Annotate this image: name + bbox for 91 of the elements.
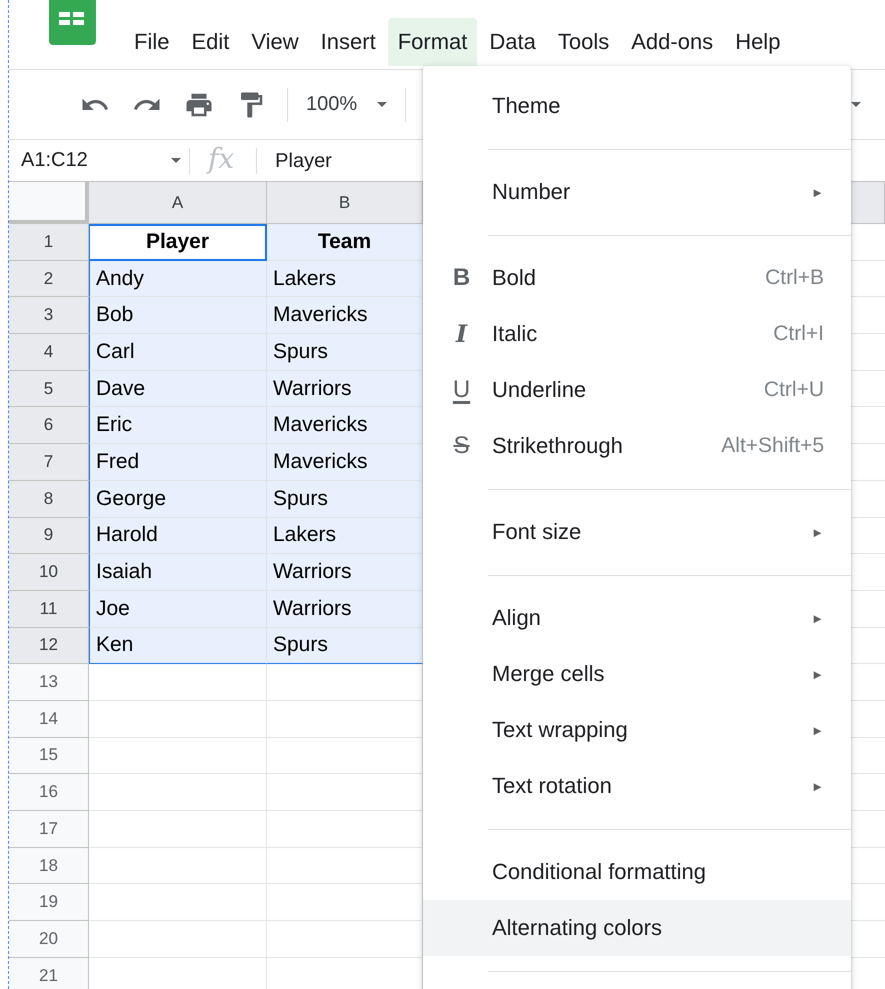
strikethrough-icon: S bbox=[453, 434, 470, 458]
row-header[interactable]: 2 bbox=[9, 260, 89, 298]
row-header[interactable]: 1 bbox=[9, 224, 89, 261]
formula-field[interactable]: Player bbox=[275, 142, 332, 178]
row-header[interactable]: 3 bbox=[9, 297, 89, 334]
table-cell: Mavericks bbox=[267, 407, 423, 444]
table-cell: Eric bbox=[89, 407, 267, 444]
submenu-arrow-icon: ► bbox=[811, 524, 824, 540]
row-header[interactable]: 5 bbox=[9, 370, 89, 408]
row-header[interactable]: 14 bbox=[9, 700, 89, 738]
submenu-arrow-icon: ► bbox=[811, 722, 824, 738]
menu-option[interactable]: Conditional formatting bbox=[423, 844, 851, 900]
name-box[interactable]: A1:C12 bbox=[9, 142, 189, 178]
row-header[interactable]: 8 bbox=[9, 480, 89, 518]
table-cell: Lakers bbox=[267, 260, 423, 298]
menu-option[interactable]: Number ► bbox=[423, 164, 851, 220]
menu-option[interactable]: U Underline Ctrl+U bbox=[423, 362, 851, 418]
submenu-arrow-icon: ► bbox=[811, 666, 824, 682]
menu-option[interactable]: Font size ► bbox=[423, 504, 851, 560]
table-cell: Harold bbox=[89, 518, 267, 554]
menu-option[interactable]: Theme bbox=[423, 78, 851, 134]
menu-item[interactable]: Format bbox=[388, 18, 478, 66]
table-cell: Isaiah bbox=[89, 554, 267, 591]
submenu-arrow-icon: ► bbox=[811, 610, 824, 626]
shortcut-label: Ctrl+U bbox=[764, 378, 824, 402]
column-header[interactable]: A bbox=[89, 182, 267, 224]
row-header[interactable]: 11 bbox=[9, 590, 89, 628]
table-cell: Spurs bbox=[267, 334, 423, 371]
logo-icon[interactable] bbox=[49, 0, 96, 45]
table-cell: Player bbox=[89, 224, 267, 261]
table-cell: Carl bbox=[89, 334, 267, 371]
table-cell: Team bbox=[267, 224, 423, 261]
caret-icon bbox=[171, 158, 181, 163]
menu-option[interactable]: Text wrapping ► bbox=[423, 702, 851, 758]
menu-item[interactable]: Data bbox=[479, 18, 546, 66]
menu-option[interactable]: S Strikethrough Alt+Shift+5 bbox=[423, 418, 851, 474]
menu-option[interactable]: B Bold Ctrl+B bbox=[423, 250, 851, 306]
row-header[interactable]: 12 bbox=[9, 628, 89, 664]
table-cell: Ken bbox=[89, 628, 267, 664]
table-cell: Bob bbox=[89, 297, 267, 334]
italic-icon: I bbox=[456, 322, 468, 346]
submenu-arrow-icon: ► bbox=[811, 778, 824, 794]
row-header[interactable]: 17 bbox=[9, 811, 89, 848]
table-cell: Joe bbox=[89, 590, 267, 628]
menu-item[interactable]: Insert bbox=[310, 18, 386, 66]
row-header[interactable]: 6 bbox=[9, 407, 89, 444]
table-cell: Dave bbox=[89, 370, 267, 408]
menu-item[interactable]: Edit bbox=[181, 18, 240, 66]
row-header[interactable]: 21 bbox=[9, 958, 89, 989]
submenu-arrow-icon: ► bbox=[811, 184, 824, 200]
bold-icon: B bbox=[452, 266, 470, 290]
row-header[interactable]: 9 bbox=[9, 518, 89, 554]
table-cell: Spurs bbox=[267, 480, 423, 518]
fx-label: fx bbox=[208, 142, 234, 175]
row-header[interactable]: 20 bbox=[9, 921, 89, 958]
row-header[interactable]: 13 bbox=[9, 664, 89, 701]
menu-option[interactable]: Text rotation ► bbox=[423, 758, 851, 814]
table-cell: Mavericks bbox=[267, 444, 423, 481]
menu-item[interactable]: Help bbox=[725, 18, 790, 66]
table-cell: Spurs bbox=[267, 628, 423, 664]
column-header[interactable]: B bbox=[267, 182, 423, 224]
menu-item[interactable]: File bbox=[124, 18, 180, 66]
caret-icon bbox=[377, 102, 388, 107]
row-header[interactable]: 15 bbox=[9, 738, 89, 774]
menu-option[interactable]: Merge cells ► bbox=[423, 646, 851, 702]
shortcut-label: Ctrl+I bbox=[773, 322, 824, 346]
table-cell: Warriors bbox=[267, 590, 423, 628]
row-header[interactable]: 10 bbox=[9, 554, 89, 591]
menu-item[interactable]: View bbox=[241, 18, 309, 66]
menu-option[interactable]: I Italic Ctrl+I bbox=[423, 306, 851, 362]
row-header[interactable]: 16 bbox=[9, 774, 89, 811]
row-header[interactable]: 19 bbox=[9, 884, 89, 922]
table-cell: George bbox=[89, 480, 267, 518]
shortcut-label: Alt+Shift+5 bbox=[721, 434, 824, 458]
caret-icon bbox=[851, 102, 861, 107]
shortcut-label: Ctrl+B bbox=[765, 266, 824, 290]
table-cell: Warriors bbox=[267, 554, 423, 591]
row-header[interactable]: 4 bbox=[9, 334, 89, 371]
table-cell: Lakers bbox=[267, 518, 423, 554]
menu-option[interactable]: Alternating colors bbox=[423, 900, 851, 956]
table-cell: Mavericks bbox=[267, 297, 423, 334]
zoom-dropdown[interactable]: 100% bbox=[298, 87, 396, 122]
menu-option[interactable]: Align ► bbox=[423, 590, 851, 646]
table-cell: Fred bbox=[89, 444, 267, 481]
menu-item[interactable]: Add-ons bbox=[621, 18, 724, 66]
table-cell: Andy bbox=[89, 260, 267, 298]
menu-item[interactable]: Tools bbox=[548, 18, 620, 66]
row-header[interactable]: 7 bbox=[9, 444, 89, 481]
table-cell: Warriors bbox=[267, 370, 423, 408]
row-header[interactable]: 18 bbox=[9, 848, 89, 884]
underline-icon: U bbox=[452, 378, 470, 402]
